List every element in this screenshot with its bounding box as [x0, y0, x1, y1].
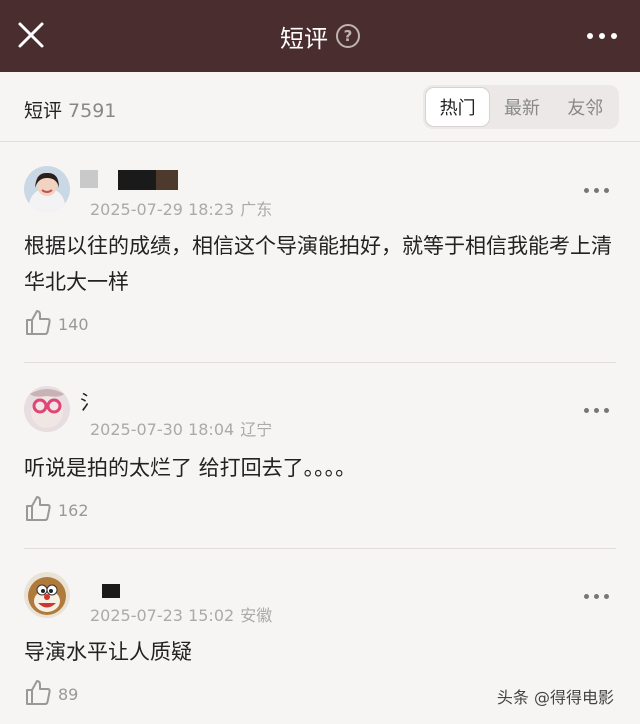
comment-more-icon[interactable] — [584, 405, 610, 415]
top-navigation-bar: 短评 ? — [0, 0, 640, 72]
comment-meta: 2025-07-23 15:02 安徽 — [90, 602, 272, 626]
username-redacted — [118, 170, 156, 190]
thumbs-up-icon — [24, 678, 52, 710]
comment-location: 辽宁 — [240, 420, 273, 439]
help-icon[interactable]: ? — [336, 24, 360, 48]
comment-more-icon[interactable] — [584, 591, 610, 601]
like-count: 162 — [58, 500, 89, 520]
like-button[interactable]: 162 — [24, 494, 89, 526]
comment-date: 2025-07-29 18:23 — [90, 200, 235, 219]
comment-location: 安徽 — [240, 606, 273, 625]
comment-date: 2025-07-30 18:04 — [90, 420, 235, 439]
thumbs-up-icon — [24, 494, 52, 526]
username-redacted[interactable] — [102, 584, 120, 598]
thumbs-up-icon — [24, 308, 52, 340]
sort-segmented-control: 热门 最新 友邻 — [423, 85, 619, 129]
username-redacted — [156, 170, 178, 190]
like-button[interactable]: 89 — [24, 678, 78, 710]
comment-text: 根据以往的成绩，相信这个导演能拍好，就等于相信我能考上清华北大一样 — [24, 234, 612, 294]
title-group: 短评 ? — [0, 0, 640, 72]
tab-latest[interactable]: 最新 — [490, 87, 553, 127]
page-title: 短评 — [280, 24, 328, 53]
user-avatar[interactable] — [24, 572, 70, 618]
tab-hot[interactable]: 热门 — [425, 87, 491, 127]
divider — [24, 362, 616, 363]
like-count: 89 — [58, 684, 79, 704]
more-options-icon[interactable] — [582, 24, 622, 48]
comment-meta: 2025-07-30 18:04 辽宁 — [90, 416, 272, 440]
divider — [24, 548, 616, 549]
comment-text: 导演水平让人质疑 — [24, 640, 192, 664]
like-button[interactable]: 140 — [24, 308, 89, 340]
username-redacted[interactable] — [80, 170, 98, 188]
user-avatar[interactable] — [24, 386, 70, 432]
review-label: 短评 — [24, 100, 63, 122]
review-count: 短评 7591 — [24, 96, 116, 123]
like-count: 140 — [58, 314, 89, 334]
username[interactable]: 氵 — [80, 386, 100, 415]
comment-date: 2025-07-23 15:02 — [90, 606, 235, 625]
user-avatar[interactable] — [24, 166, 70, 212]
comment-more-icon[interactable] — [584, 185, 610, 195]
comment-text: 听说是拍的太烂了 给打回去了。。。。 — [24, 456, 357, 480]
watermark: 头条 @得得电影 — [496, 688, 614, 707]
comment-meta: 2025-07-29 18:23 广东 — [90, 196, 272, 220]
tab-friends[interactable]: 友邻 — [554, 87, 617, 127]
review-count-number: 7591 — [68, 100, 117, 122]
comment-location: 广东 — [240, 200, 273, 219]
